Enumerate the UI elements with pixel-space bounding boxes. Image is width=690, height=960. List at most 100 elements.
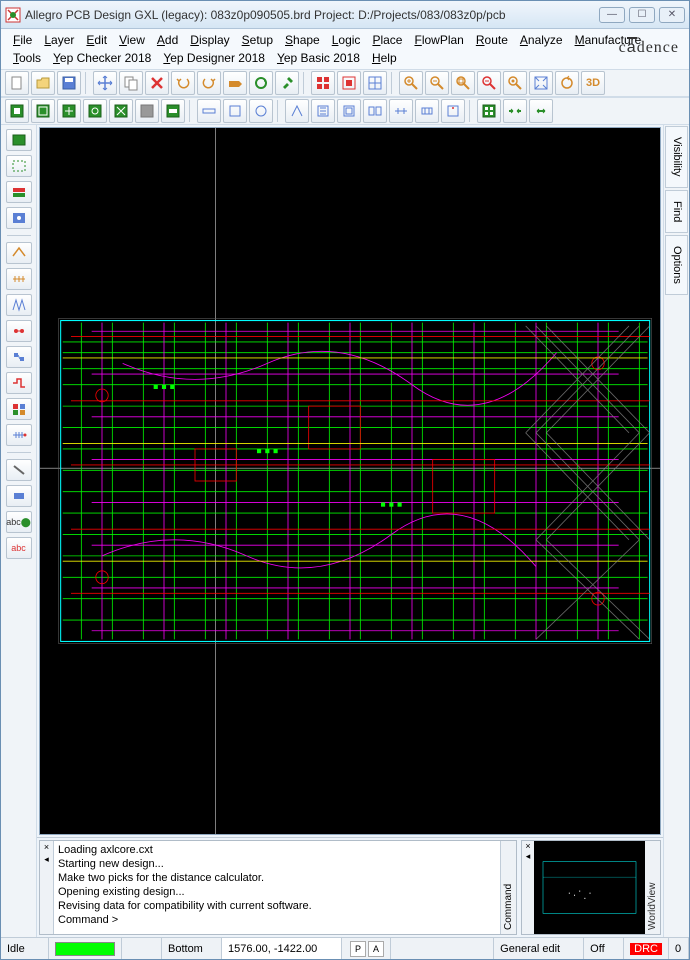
menubar: File Layer Edit View Add Display Setup S… [1,29,689,69]
log-line: Loading axlcore.cxt [58,843,496,857]
menu-logic[interactable]: Logic [326,31,367,49]
sel5-button[interactable] [109,99,133,123]
lt6-button[interactable] [6,268,32,290]
pin-button[interactable] [275,71,299,95]
snap3-button[interactable] [249,99,273,123]
lt13-button[interactable] [6,459,32,481]
tab-find[interactable]: Find [665,190,688,233]
lt2-button[interactable] [6,155,32,177]
zoom-center-button[interactable] [503,71,527,95]
menu-flowplan[interactable]: FlowPlan [408,31,469,49]
refresh-button[interactable] [249,71,273,95]
mode4-button[interactable] [363,99,387,123]
grp3-button[interactable] [529,99,553,123]
delete-button[interactable] [145,71,169,95]
lt8-button[interactable] [6,320,32,342]
cmd-collapse-btn[interactable]: ◂ [43,853,50,866]
undo-button[interactable] [171,71,195,95]
worldview-minimap[interactable] [534,841,645,934]
lt10-button[interactable] [6,372,32,394]
grid-b-button[interactable] [337,71,361,95]
label-button[interactable] [223,71,247,95]
menu-edit[interactable]: Edit [80,31,113,49]
tab-options[interactable]: Options [665,235,688,295]
grid-c-button[interactable] [363,71,387,95]
zoom-window-button[interactable] [529,71,553,95]
status-color[interactable] [49,938,122,959]
status-btn-p[interactable]: P [350,941,366,957]
status-btn-a[interactable]: A [368,941,384,957]
worldview-tab[interactable]: WorldView [645,841,660,934]
lt11-button[interactable] [6,398,32,420]
lt7-button[interactable] [6,294,32,316]
sel6-button[interactable] [135,99,159,123]
copy-button[interactable] [119,71,143,95]
menu-help[interactable]: Help [366,49,403,67]
status-layer[interactable]: Bottom [162,938,222,959]
wv-collapse-btn[interactable]: ◂ [526,851,531,862]
lt3-button[interactable] [6,181,32,203]
open-file-button[interactable] [31,71,55,95]
3d-button[interactable]: 3D [581,71,605,95]
redo-button[interactable] [197,71,221,95]
sel3-button[interactable] [57,99,81,123]
mode1-button[interactable] [285,99,309,123]
snap2-button[interactable] [223,99,247,123]
save-button[interactable] [57,71,81,95]
new-file-button[interactable] [5,71,29,95]
sel2-button[interactable] [31,99,55,123]
mode3-button[interactable] [337,99,361,123]
maximize-button[interactable]: ☐ [629,7,655,23]
lt15-button[interactable]: abc⬤ [6,511,32,533]
wv-close-btn[interactable]: × [525,841,530,851]
zoom-fit-button[interactable] [451,71,475,95]
minimize-button[interactable]: — [599,7,625,23]
zoom-out-button[interactable] [425,71,449,95]
menu-layer[interactable]: Layer [38,31,80,49]
command-tab[interactable]: Command [500,841,516,934]
grid-a-button[interactable] [311,71,335,95]
grp1-button[interactable] [477,99,501,123]
mode5-button[interactable] [389,99,413,123]
lt12-button[interactable] [6,424,32,446]
menu-shape[interactable]: Shape [279,31,326,49]
grp2-button[interactable] [503,99,527,123]
zoom-in-button[interactable] [399,71,423,95]
status-drc[interactable]: DRC [624,938,669,959]
menu-tools[interactable]: Tools [7,49,47,67]
menu-file[interactable]: File [7,31,38,49]
mode7-button[interactable] [441,99,465,123]
pcb-canvas[interactable] [39,127,661,835]
lt16-button[interactable]: abc [6,537,32,559]
menu-yep-checker[interactable]: Yep Checker 2018 [47,49,157,67]
menu-analyze[interactable]: Analyze [514,31,569,49]
menu-add[interactable]: Add [151,31,184,49]
lt5-button[interactable] [6,242,32,264]
menu-yep-basic[interactable]: Yep Basic 2018 [271,49,366,67]
log-line: Revising data for compatibility with cur… [58,899,496,913]
close-button[interactable]: ✕ [659,7,685,23]
lt1-button[interactable] [6,129,32,151]
redraw-button[interactable] [555,71,579,95]
sel7-button[interactable] [161,99,185,123]
app-icon [5,7,21,23]
menu-place[interactable]: Place [366,31,408,49]
menu-route[interactable]: Route [470,31,514,49]
sel4-button[interactable] [83,99,107,123]
menu-view[interactable]: View [113,31,151,49]
mode2-button[interactable] [311,99,335,123]
mode6-button[interactable] [415,99,439,123]
move-button[interactable] [93,71,117,95]
sel1-button[interactable] [5,99,29,123]
tab-visibility[interactable]: Visibility [665,126,688,188]
menu-setup[interactable]: Setup [236,31,279,49]
lt14-button[interactable] [6,485,32,507]
lt9-button[interactable] [6,346,32,368]
cmd-close-btn[interactable]: × [43,841,50,853]
snap1-button[interactable] [197,99,221,123]
menu-display[interactable]: Display [184,31,235,49]
command-prompt[interactable]: Command > [58,913,496,927]
menu-yep-designer[interactable]: Yep Designer 2018 [157,49,271,67]
lt4-button[interactable] [6,207,32,229]
zoom-prev-button[interactable] [477,71,501,95]
